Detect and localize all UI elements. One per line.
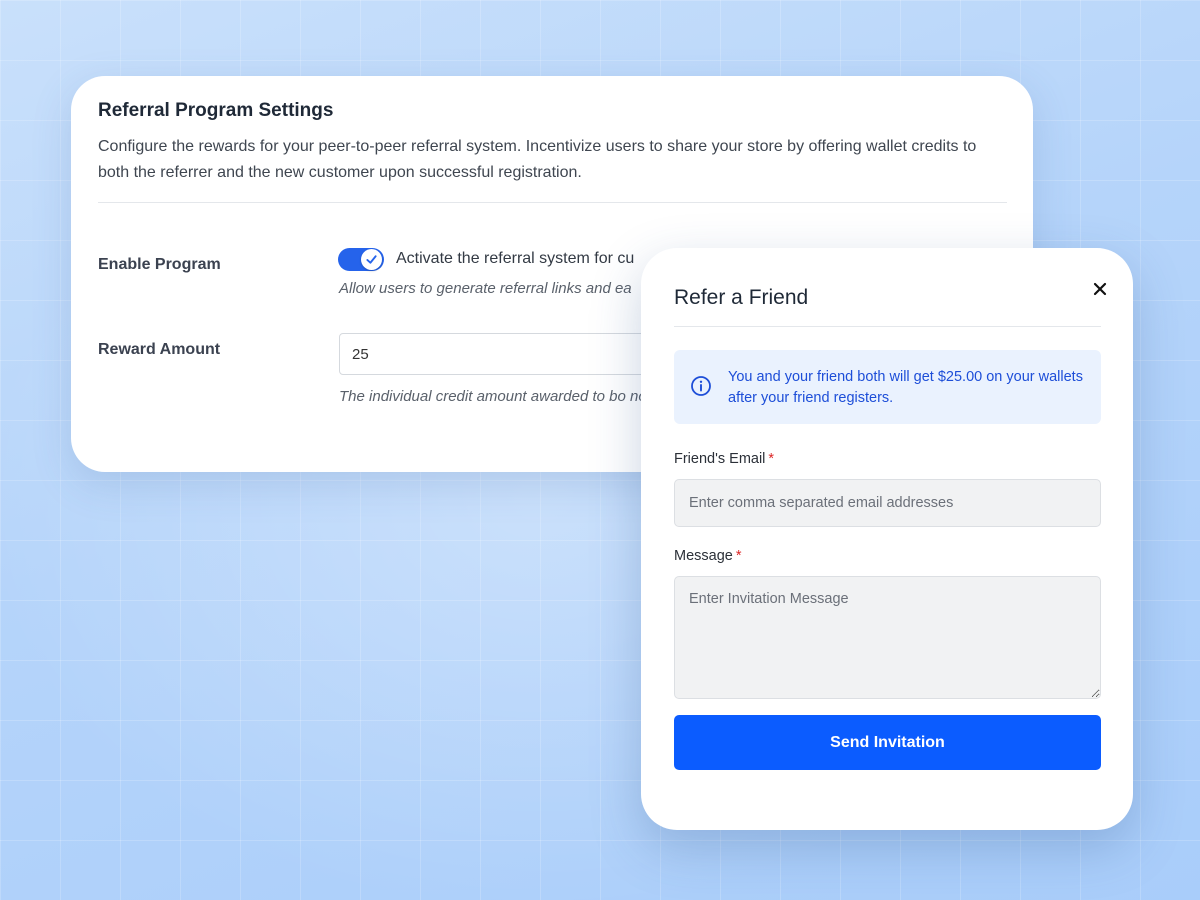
reward-amount-label: Reward Amount	[98, 341, 221, 358]
message-label: Message *	[674, 548, 742, 564]
settings-description: Configure the rewards for your peer-to-p…	[98, 138, 977, 181]
friend-email-input[interactable]	[674, 479, 1101, 527]
friend-email-label-text: Friend's Email	[674, 451, 766, 467]
settings-divider	[98, 202, 1007, 203]
send-invitation-button[interactable]: Send Invitation	[674, 715, 1101, 770]
refer-friend-modal: Refer a Friend You and your friend both …	[641, 248, 1133, 830]
required-marker: *	[735, 548, 742, 564]
enable-program-toggle[interactable]	[338, 248, 384, 271]
modal-title: Refer a Friend	[674, 286, 809, 309]
toggle-knob	[361, 249, 382, 270]
info-icon	[691, 376, 711, 396]
modal-divider	[674, 326, 1101, 327]
enable-program-label: Enable Program	[98, 256, 221, 273]
settings-title: Referral Program Settings	[98, 100, 334, 121]
friend-email-label: Friend's Email *	[674, 451, 774, 467]
enable-program-toggle-text: Activate the referral system for cu	[396, 250, 635, 267]
close-icon	[1093, 282, 1107, 296]
message-textarea[interactable]	[674, 576, 1101, 699]
close-button[interactable]	[1089, 278, 1111, 300]
required-marker: *	[768, 451, 775, 467]
reward-info-box: You and your friend both will get $25.00…	[674, 350, 1101, 424]
message-label-text: Message	[674, 548, 733, 564]
enable-program-help: Allow users to generate referral links a…	[339, 280, 632, 297]
check-icon	[366, 255, 377, 264]
reward-info-text: You and your friend both will get $25.00…	[728, 369, 1083, 406]
